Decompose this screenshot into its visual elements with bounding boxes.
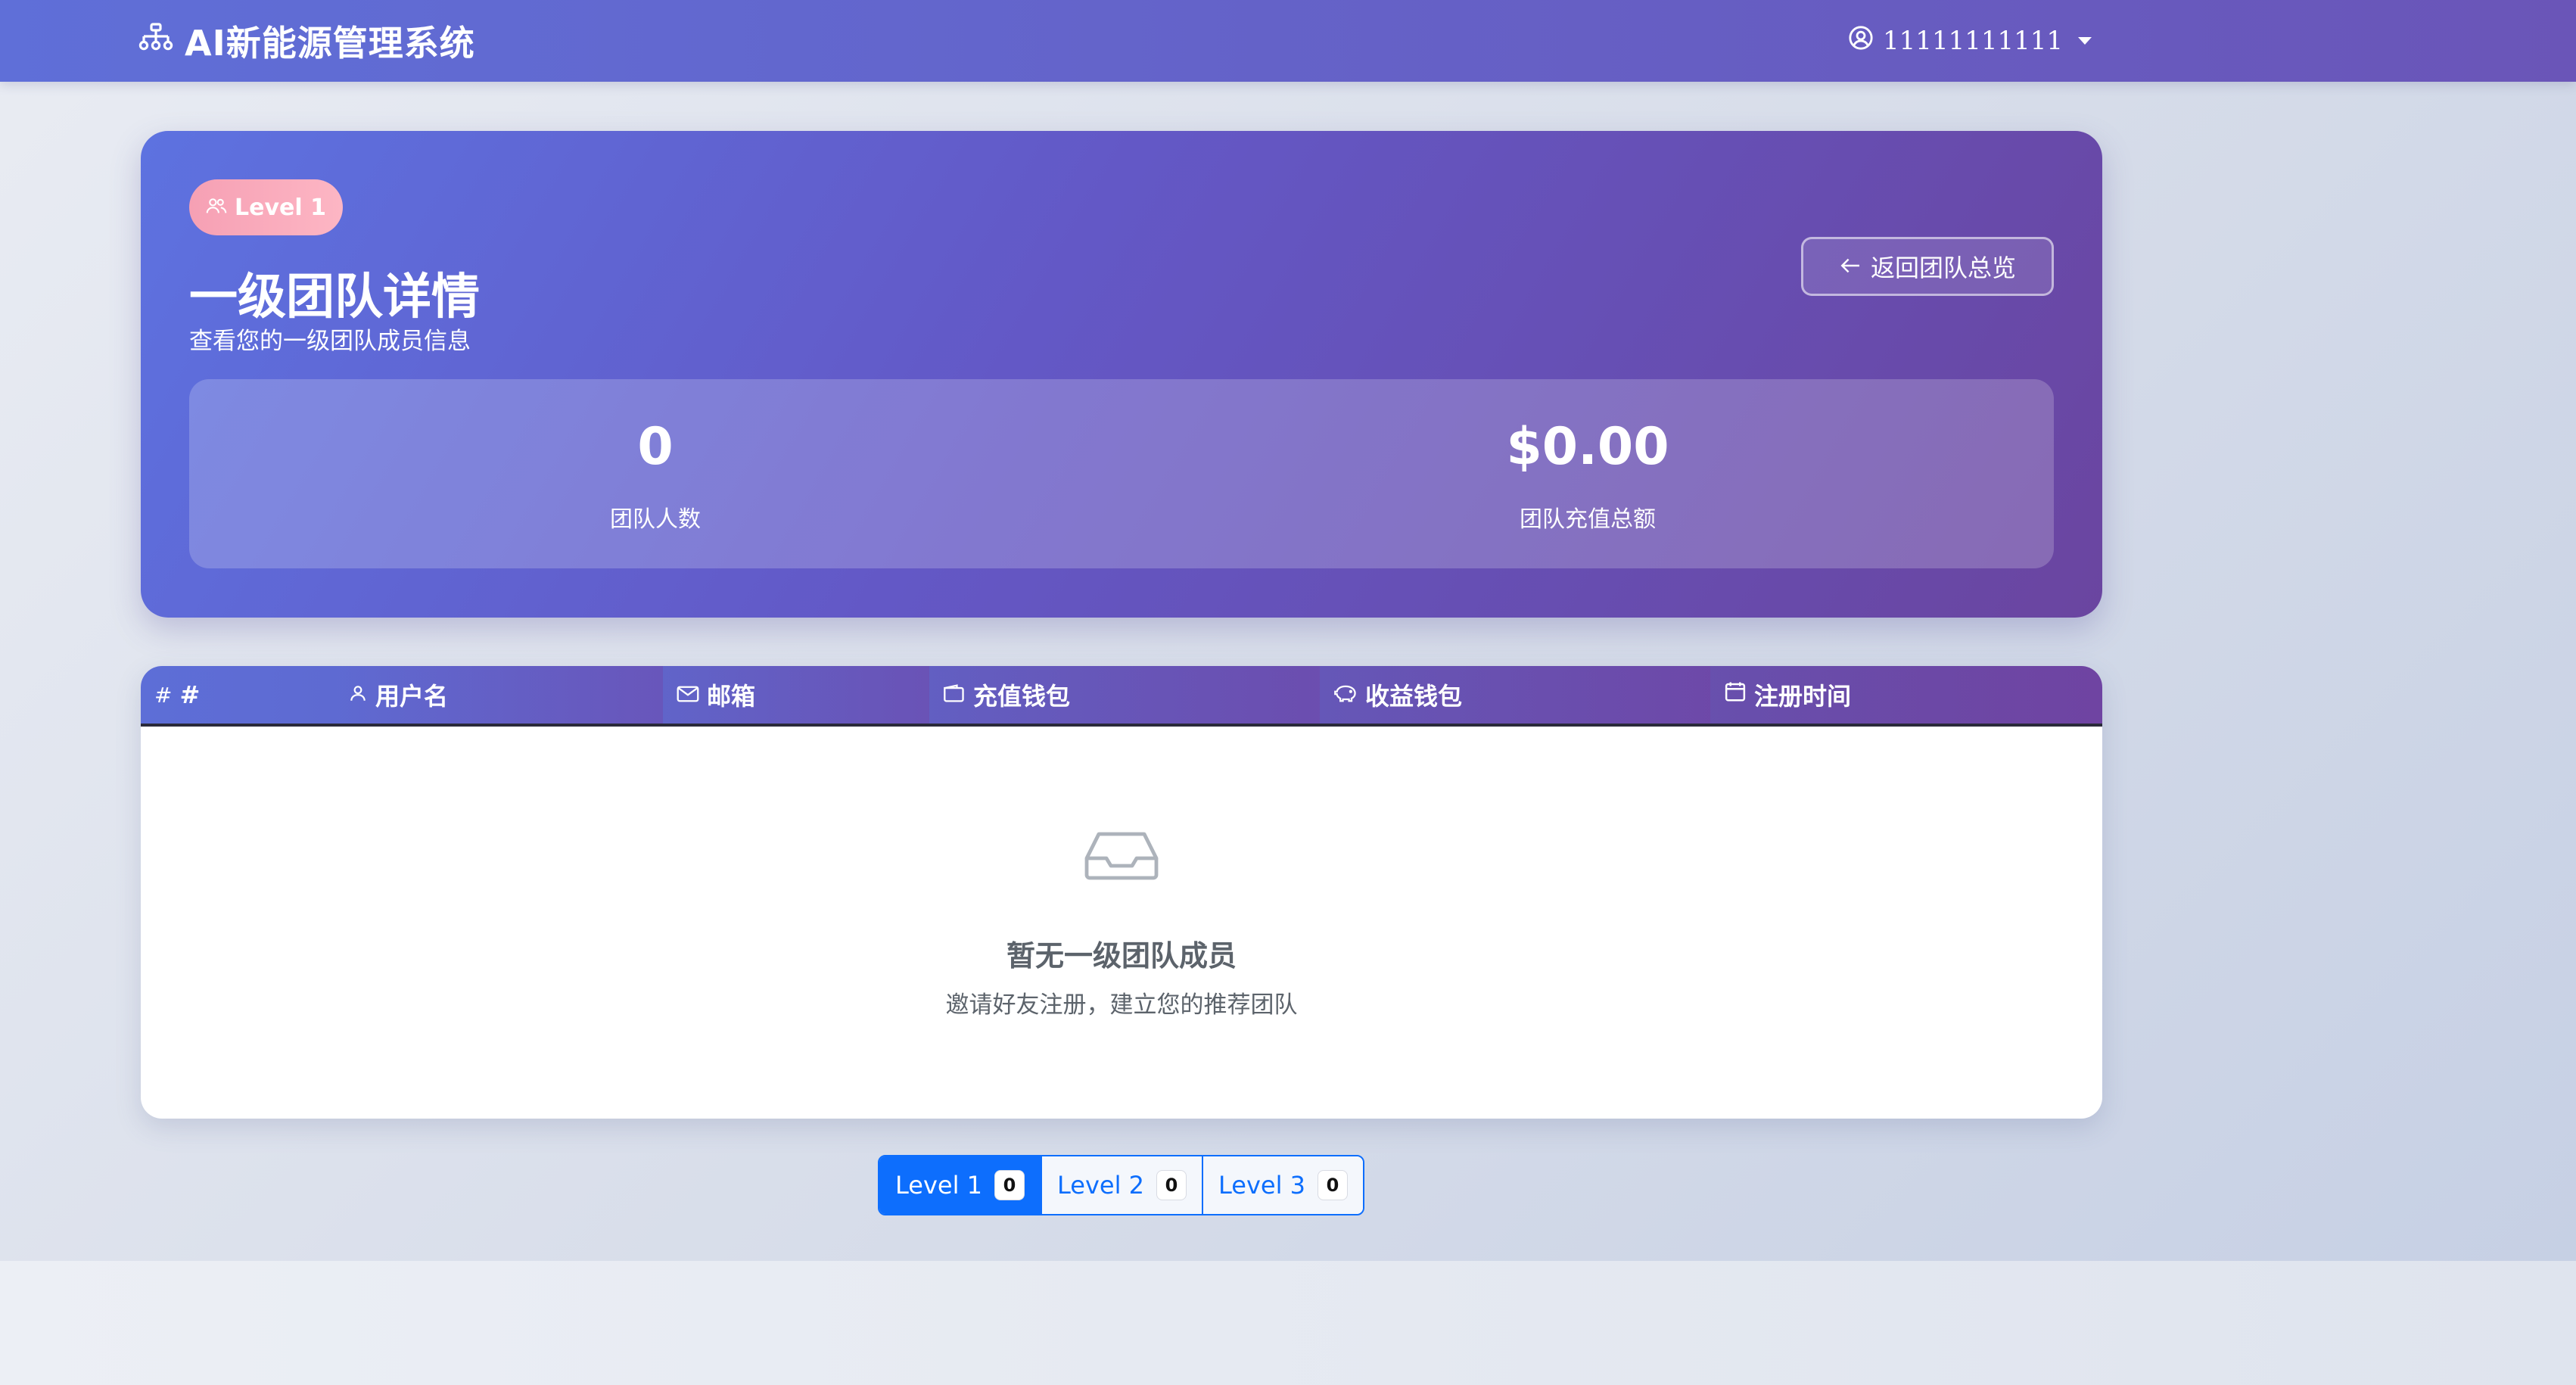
count-badge: 0 [1318,1170,1348,1200]
back-to-overview-button[interactable]: 返回团队总览 [1801,237,2054,296]
column-header-earnings-wallet[interactable]: 收益钱包 [1320,666,1710,724]
username: 11111111111 [1883,26,2063,56]
column-header-recharge-wallet[interactable]: 充值钱包 [929,666,1320,724]
column-label: 充值钱包 [973,682,1071,711]
wallet-icon [943,680,966,709]
user-circle-icon [1848,25,1874,58]
column-label: 邮箱 [707,682,756,711]
level-tab-label: Level 1 [895,1171,982,1200]
stat-team-count: 0 团队人数 [189,379,1122,568]
level-tab-2[interactable]: Level 2 0 [1041,1156,1202,1214]
team-stats-panel: 0 团队人数 $0.00 团队充值总额 [189,379,2054,568]
count-badge: 0 [1156,1170,1187,1200]
calendar-icon [1724,680,1747,709]
column-label: 注册时间 [1754,682,1852,711]
sitemap-icon [138,20,174,61]
stat-label: 团队充值总额 [1520,506,1656,533]
level-tab-3[interactable]: Level 3 0 [1202,1156,1363,1214]
person-icon [348,680,368,709]
level-tab-label: Level 2 [1057,1171,1144,1200]
arrow-left-icon [1839,252,1862,281]
empty-state-title: 暂无一级团队成员 [1006,939,1237,973]
column-header-username[interactable]: 用户名 [334,666,663,724]
page-subtitle: 查看您的一级团队成员信息 [189,328,471,355]
level-switcher: Level 1 0 Level 2 0 Level 3 0 [878,1155,1364,1215]
envelope-icon [677,680,699,709]
brand-link[interactable]: AI新能源管理系统 [138,14,475,68]
empty-state-description: 邀请好友注册，建立您的推荐团队 [945,991,1298,1019]
top-navbar: AI新能源管理系统 11111111111 [0,0,2576,82]
team-members-table: # # 用户名 邮箱 充值钱包 收益钱包 注册时间 暂无一级团队成员 邀请好友注… [141,666,2102,1119]
page-title: 一级团队详情 [189,269,480,325]
level-tab-1[interactable]: Level 1 0 [879,1156,1041,1214]
stat-value: $0.00 [1506,417,1669,477]
user-dropdown[interactable]: 11111111111 [1848,17,2092,65]
users-icon [206,195,227,221]
chevron-down-icon [2078,37,2092,45]
column-label: 收益钱包 [1365,682,1463,711]
back-button-label: 返回团队总览 [1870,254,2016,282]
column-label: 用户名 [375,682,449,711]
column-header-index[interactable]: # # [141,666,334,724]
column-label: # [179,680,201,709]
level-tab-label: Level 3 [1218,1171,1305,1200]
inbox-icon [1084,831,1159,884]
level-badge-label: Level 1 [235,194,326,221]
column-header-register-time[interactable]: 注册时间 [1710,666,2102,724]
count-badge: 0 [994,1170,1025,1200]
team-hero-card: Level 1 一级团队详情 查看您的一级团队成员信息 返回团队总览 0 团队人… [141,131,2102,618]
level-badge: Level 1 [189,179,343,235]
brand-title: AI新能源管理系统 [185,23,475,64]
stat-value: 0 [637,417,674,477]
table-header: # # 用户名 邮箱 充值钱包 收益钱包 注册时间 [141,666,2102,727]
column-header-email[interactable]: 邮箱 [663,666,929,724]
stat-team-recharge: $0.00 团队充值总额 [1122,379,2054,568]
stat-label: 团队人数 [610,506,701,533]
hash-icon: # [154,682,173,708]
page-footer [0,1261,2576,1385]
piggy-bank-icon [1333,680,1358,709]
